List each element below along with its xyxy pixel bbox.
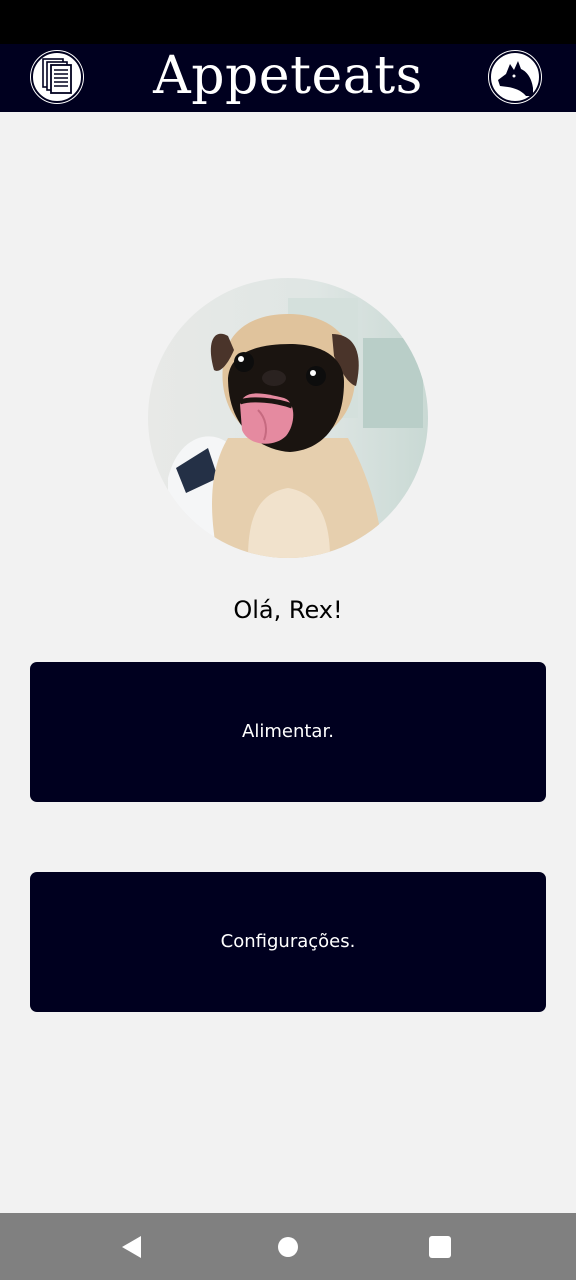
feed-button[interactable]: Alimentar. — [30, 662, 546, 802]
app-bar: Appeteats — [0, 44, 576, 112]
back-triangle-icon[interactable] — [120, 1235, 144, 1259]
status-bar — [0, 0, 576, 44]
home-circle-icon[interactable] — [276, 1235, 300, 1259]
dog-head-icon[interactable] — [488, 50, 542, 104]
system-nav-bar — [0, 1213, 576, 1280]
recents-square-icon[interactable] — [428, 1235, 452, 1259]
settings-button[interactable]: Configurações. — [30, 872, 546, 1012]
greeting-text: Olá, Rex! — [233, 596, 343, 624]
pet-photo — [148, 278, 428, 558]
